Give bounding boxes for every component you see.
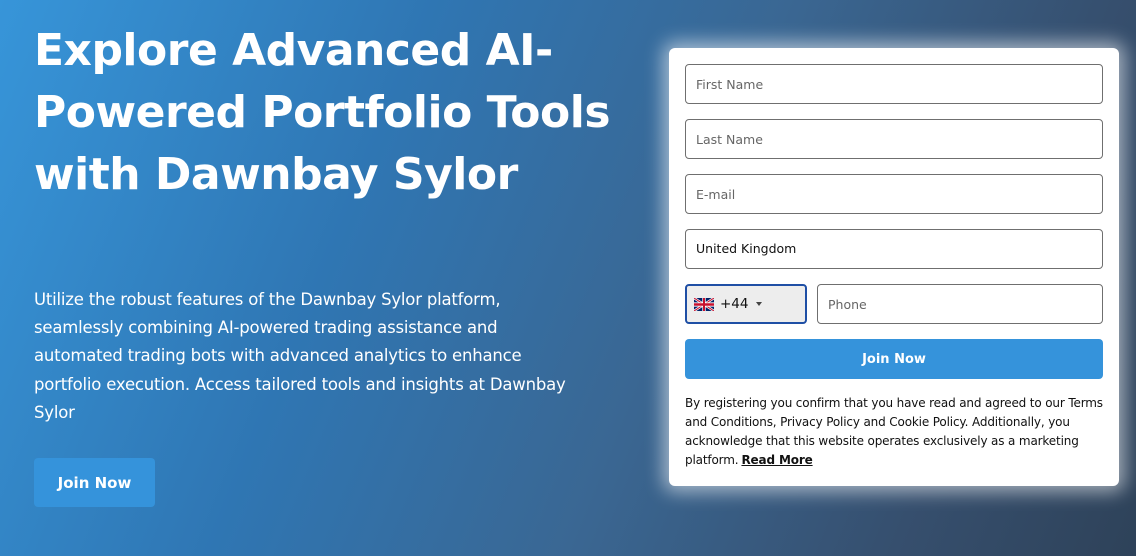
hero-join-now-button[interactable]: Join Now [34, 458, 155, 507]
hero-description: Utilize the robust features of the Dawnb… [34, 290, 566, 422]
phone-code-value: +44 [720, 296, 749, 312]
phone-field[interactable] [817, 284, 1103, 324]
email-field[interactable] [685, 174, 1103, 214]
chevron-down-icon [755, 302, 762, 306]
phone-code-selector[interactable]: +44 [685, 284, 807, 324]
hero-title: Explore Advanced AI-Powered Portfolio To… [34, 25, 611, 200]
uk-flag-icon [694, 297, 714, 311]
form-join-now-button[interactable]: Join Now [685, 339, 1103, 379]
disclaimer-text: By registering you confirm that you have… [685, 394, 1105, 470]
read-more-link[interactable]: Read More [741, 453, 812, 467]
last-name-field[interactable] [685, 119, 1103, 159]
country-select[interactable]: United Kingdom [685, 229, 1103, 269]
registration-form: United Kingdom +44 Join Now By registeri… [669, 48, 1119, 486]
first-name-field[interactable] [685, 64, 1103, 104]
